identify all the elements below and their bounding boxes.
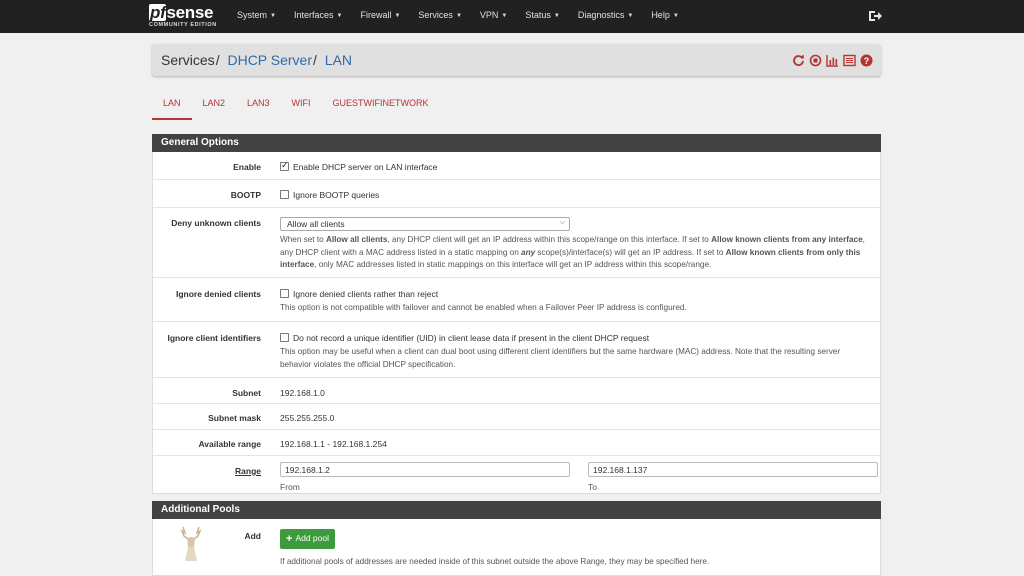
deny-unknown-help: When set to Allow all clients, any DHCP …	[280, 235, 865, 269]
svg-text:?: ?	[864, 56, 870, 66]
add-pool-label: Add	[244, 531, 261, 541]
enable-row: Enable Enable DHCP server on LAN interfa…	[153, 152, 880, 180]
menu-interfaces[interactable]: Interfaces ▼	[285, 0, 351, 33]
help-icon[interactable]: ?	[860, 54, 873, 67]
graph-icon[interactable]	[826, 54, 839, 67]
tab-lan[interactable]: LAN	[152, 92, 192, 120]
available-range-label: Available range	[198, 439, 261, 449]
breadcrumb-root: Services	[161, 52, 215, 68]
general-options-header: General Options	[152, 134, 881, 152]
log-list-icon[interactable]	[843, 54, 856, 67]
breadcrumb-actions: ?	[792, 54, 873, 67]
caret-down-icon: ▼	[553, 13, 560, 19]
breadcrumb-dhcp-link[interactable]: DHCP Server	[227, 52, 312, 68]
logout-icon[interactable]	[868, 9, 882, 23]
restart-service-icon[interactable]	[792, 54, 805, 67]
menu-diagnostics[interactable]: Diagnostics ▼	[569, 0, 642, 33]
available-range-row: Available range 192.168.1.1 - 192.168.1.…	[153, 430, 880, 456]
ignore-denied-checkbox[interactable]	[280, 289, 289, 298]
breadcrumb-lan-link[interactable]: LAN	[325, 52, 352, 68]
tab-lan3[interactable]: LAN3	[236, 92, 281, 120]
menu-services[interactable]: Services ▼	[409, 0, 470, 33]
ignore-uid-label: Ignore client identifiers	[167, 333, 261, 343]
enable-label: Enable	[233, 162, 261, 172]
deny-unknown-label: Deny unknown clients	[171, 218, 261, 228]
caret-down-icon: ▼	[501, 13, 508, 19]
caret-down-icon: ▼	[627, 13, 634, 19]
general-options-panel: Enable Enable DHCP server on LAN interfa…	[152, 152, 881, 494]
menu-help[interactable]: Help ▼	[642, 0, 687, 33]
subnet-value: 192.168.1.0	[280, 388, 325, 398]
menu-firewall[interactable]: Firewall ▼	[351, 0, 409, 33]
bootp-row: BOOTP Ignore BOOTP queries	[153, 180, 880, 208]
ignore-denied-row: Ignore denied clients Ignore denied clie…	[153, 278, 880, 322]
ignore-denied-label: Ignore denied clients	[175, 289, 261, 299]
enable-text: Enable DHCP server on LAN interface	[293, 162, 438, 172]
add-pool-button[interactable]: + Add pool	[280, 529, 335, 549]
chevron-down-icon: ⌵	[559, 219, 565, 226]
logo-edition: COMMUNITY EDITION	[149, 22, 217, 28]
subnet-row: Subnet 192.168.1.0	[153, 378, 880, 404]
ignore-denied-help: This option is not compatible with failo…	[280, 303, 687, 312]
additional-pools-panel: Add + Add pool If additional pools of add…	[152, 519, 881, 576]
ignore-uid-checkbox[interactable]	[280, 333, 289, 342]
plus-icon: +	[286, 533, 293, 545]
additional-pools-header: Additional Pools	[152, 501, 881, 519]
interface-tabs: LAN LAN2 LAN3 WIFI GUESTWIFINETWORK	[152, 92, 440, 120]
breadcrumb-bar: Services/ DHCP Server/ LAN ?	[152, 44, 881, 76]
range-label[interactable]: Range	[153, 466, 261, 476]
subnet-mask-row: Subnet mask 255.255.255.0	[153, 404, 880, 430]
stop-service-icon[interactable]	[809, 54, 822, 67]
menu-status[interactable]: Status ▼	[516, 0, 568, 33]
ignore-denied-text: Ignore denied clients rather than reject	[293, 289, 439, 299]
deny-unknown-row: Deny unknown clients Allow all clients ⌵ …	[153, 208, 880, 278]
menu-vpn[interactable]: VPN ▼	[471, 0, 516, 33]
caret-down-icon: ▼	[394, 13, 401, 19]
tab-lan2[interactable]: LAN2	[192, 92, 237, 120]
tab-guestwifinetwork[interactable]: GUESTWIFINETWORK	[322, 92, 440, 120]
available-range-value: 192.168.1.1 - 192.168.1.254	[280, 439, 387, 449]
caret-down-icon: ▼	[336, 13, 343, 19]
range-from-input[interactable]: 192.168.1.2	[280, 462, 570, 477]
enable-checkbox[interactable]	[280, 160, 289, 171]
bootp-checkbox[interactable]	[280, 190, 289, 199]
deny-unknown-select[interactable]: Allow all clients ⌵	[280, 217, 570, 231]
top-navbar: pfsense COMMUNITY EDITION System ▼ Interf…	[0, 0, 1024, 33]
logo-sense: sense	[166, 3, 214, 22]
subnet-mask-label: Subnet mask	[208, 413, 261, 423]
add-pool-help: If additional pools of addresses are nee…	[280, 557, 710, 566]
main-menu: System ▼ Interfaces ▼ Firewall ▼ Services ▼ …	[228, 0, 688, 33]
ignore-uid-text: Do not record a unique identifier (UID) …	[293, 333, 650, 343]
pfsense-logo[interactable]: pfsense COMMUNITY EDITION	[149, 4, 219, 30]
logo-pf: pf	[149, 3, 167, 22]
ignore-uid-help: This option may be useful when a client …	[280, 347, 841, 369]
range-to-input[interactable]: 192.168.1.137	[588, 462, 878, 477]
menu-system[interactable]: System ▼	[228, 0, 285, 33]
range-from-caption: From	[280, 482, 300, 492]
range-row: Range 192.168.1.2 192.168.1.137 From To	[153, 456, 880, 493]
ignore-uid-row: Ignore client identifiers Do not record …	[153, 322, 880, 378]
caret-down-icon: ▼	[270, 13, 276, 19]
caret-down-icon: ▼	[455, 13, 462, 19]
tab-wifi[interactable]: WIFI	[281, 92, 322, 120]
subnet-label: Subnet	[232, 388, 261, 398]
range-to-caption: To	[588, 482, 597, 492]
breadcrumb: Services/ DHCP Server/ LAN	[161, 52, 353, 68]
bootp-label: BOOTP	[230, 190, 261, 200]
caret-down-icon: ▼	[672, 13, 679, 19]
subnet-mask-value: 255.255.255.0	[280, 413, 335, 423]
bootp-text: Ignore BOOTP queries	[293, 190, 380, 200]
